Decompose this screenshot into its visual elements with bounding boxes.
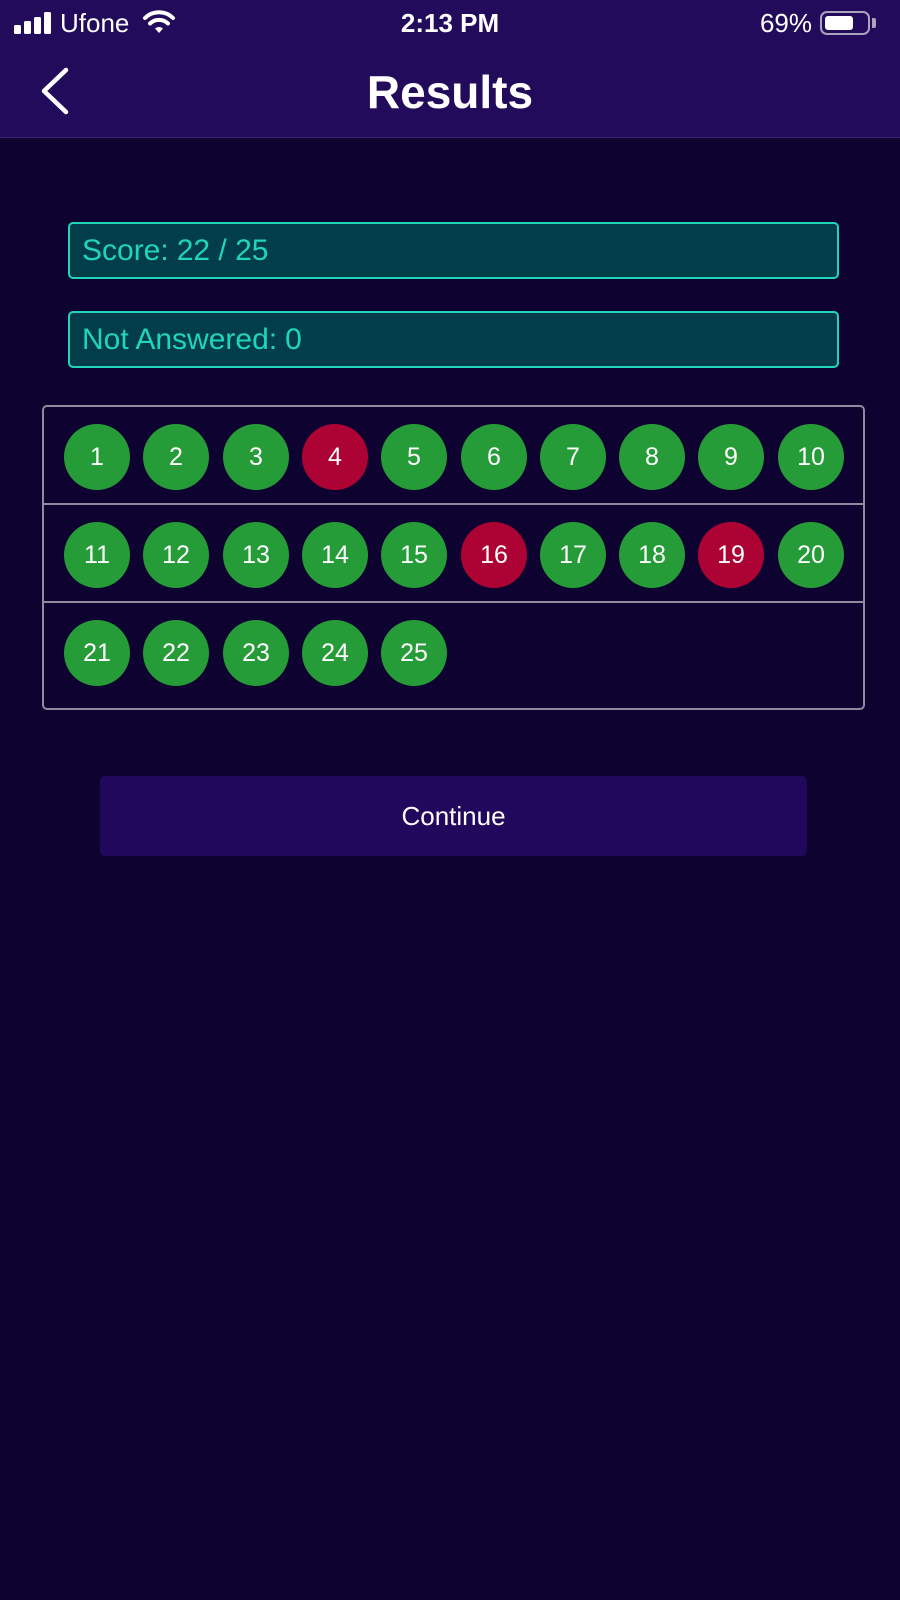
score-value: 22 / 25	[176, 234, 269, 267]
question-row: 21 22 23 24 25	[44, 603, 863, 701]
question-6-correct[interactable]: 6	[461, 424, 527, 490]
question-3-correct[interactable]: 3	[223, 424, 289, 490]
status-bar: Ufone 2:13 PM 69%	[0, 0, 900, 46]
question-25-correct[interactable]: 25	[381, 620, 447, 686]
question-19-wrong[interactable]: 19	[698, 522, 764, 588]
not-answered-value: 0	[285, 323, 302, 356]
question-2-correct[interactable]: 2	[143, 424, 209, 490]
question-row: 11 12 13 14 15 16 17 18 19 20	[44, 505, 863, 603]
question-20-correct[interactable]: 20	[778, 522, 844, 588]
question-15-correct[interactable]: 15	[381, 522, 447, 588]
question-23-correct[interactable]: 23	[223, 620, 289, 686]
question-4-wrong[interactable]: 4	[302, 424, 368, 490]
question-16-wrong[interactable]: 16	[461, 522, 527, 588]
question-1-correct[interactable]: 1	[64, 424, 130, 490]
battery-tip	[872, 18, 876, 28]
not-answered-label: Not Answered:	[82, 323, 278, 356]
question-8-correct[interactable]: 8	[619, 424, 685, 490]
question-grid: 1 2 3 4 5 6 7 8 9 10 11 12 13 14 15 16 17 18 19 20 21 22 23 24 2…	[42, 405, 865, 710]
question-18-correct[interactable]: 18	[619, 522, 685, 588]
question-7-correct[interactable]: 7	[540, 424, 606, 490]
question-12-correct[interactable]: 12	[143, 522, 209, 588]
battery-level	[825, 16, 853, 30]
question-10-correct[interactable]: 10	[778, 424, 844, 490]
question-row: 1 2 3 4 5 6 7 8 9 10	[44, 407, 863, 505]
battery-icon	[820, 11, 870, 35]
question-22-correct[interactable]: 22	[143, 620, 209, 686]
question-5-correct[interactable]: 5	[381, 424, 447, 490]
question-13-correct[interactable]: 13	[223, 522, 289, 588]
battery-percent: 69%	[759, 8, 812, 38]
question-17-correct[interactable]: 17	[540, 522, 606, 588]
question-24-correct[interactable]: 24	[302, 620, 368, 686]
continue-button[interactable]: Continue	[100, 776, 807, 856]
not-answered-box: Not Answered: 0	[68, 311, 839, 368]
question-21-correct[interactable]: 21	[64, 620, 130, 686]
top-bar: Ufone 2:13 PM 69% Results	[0, 0, 900, 138]
question-14-correct[interactable]: 14	[302, 522, 368, 588]
question-11-correct[interactable]: 11	[64, 522, 130, 588]
score-box: Score: 22 / 25	[68, 222, 839, 279]
question-9-correct[interactable]: 9	[698, 424, 764, 490]
score-label: Score:	[82, 234, 169, 267]
page-title: Results	[366, 66, 534, 118]
